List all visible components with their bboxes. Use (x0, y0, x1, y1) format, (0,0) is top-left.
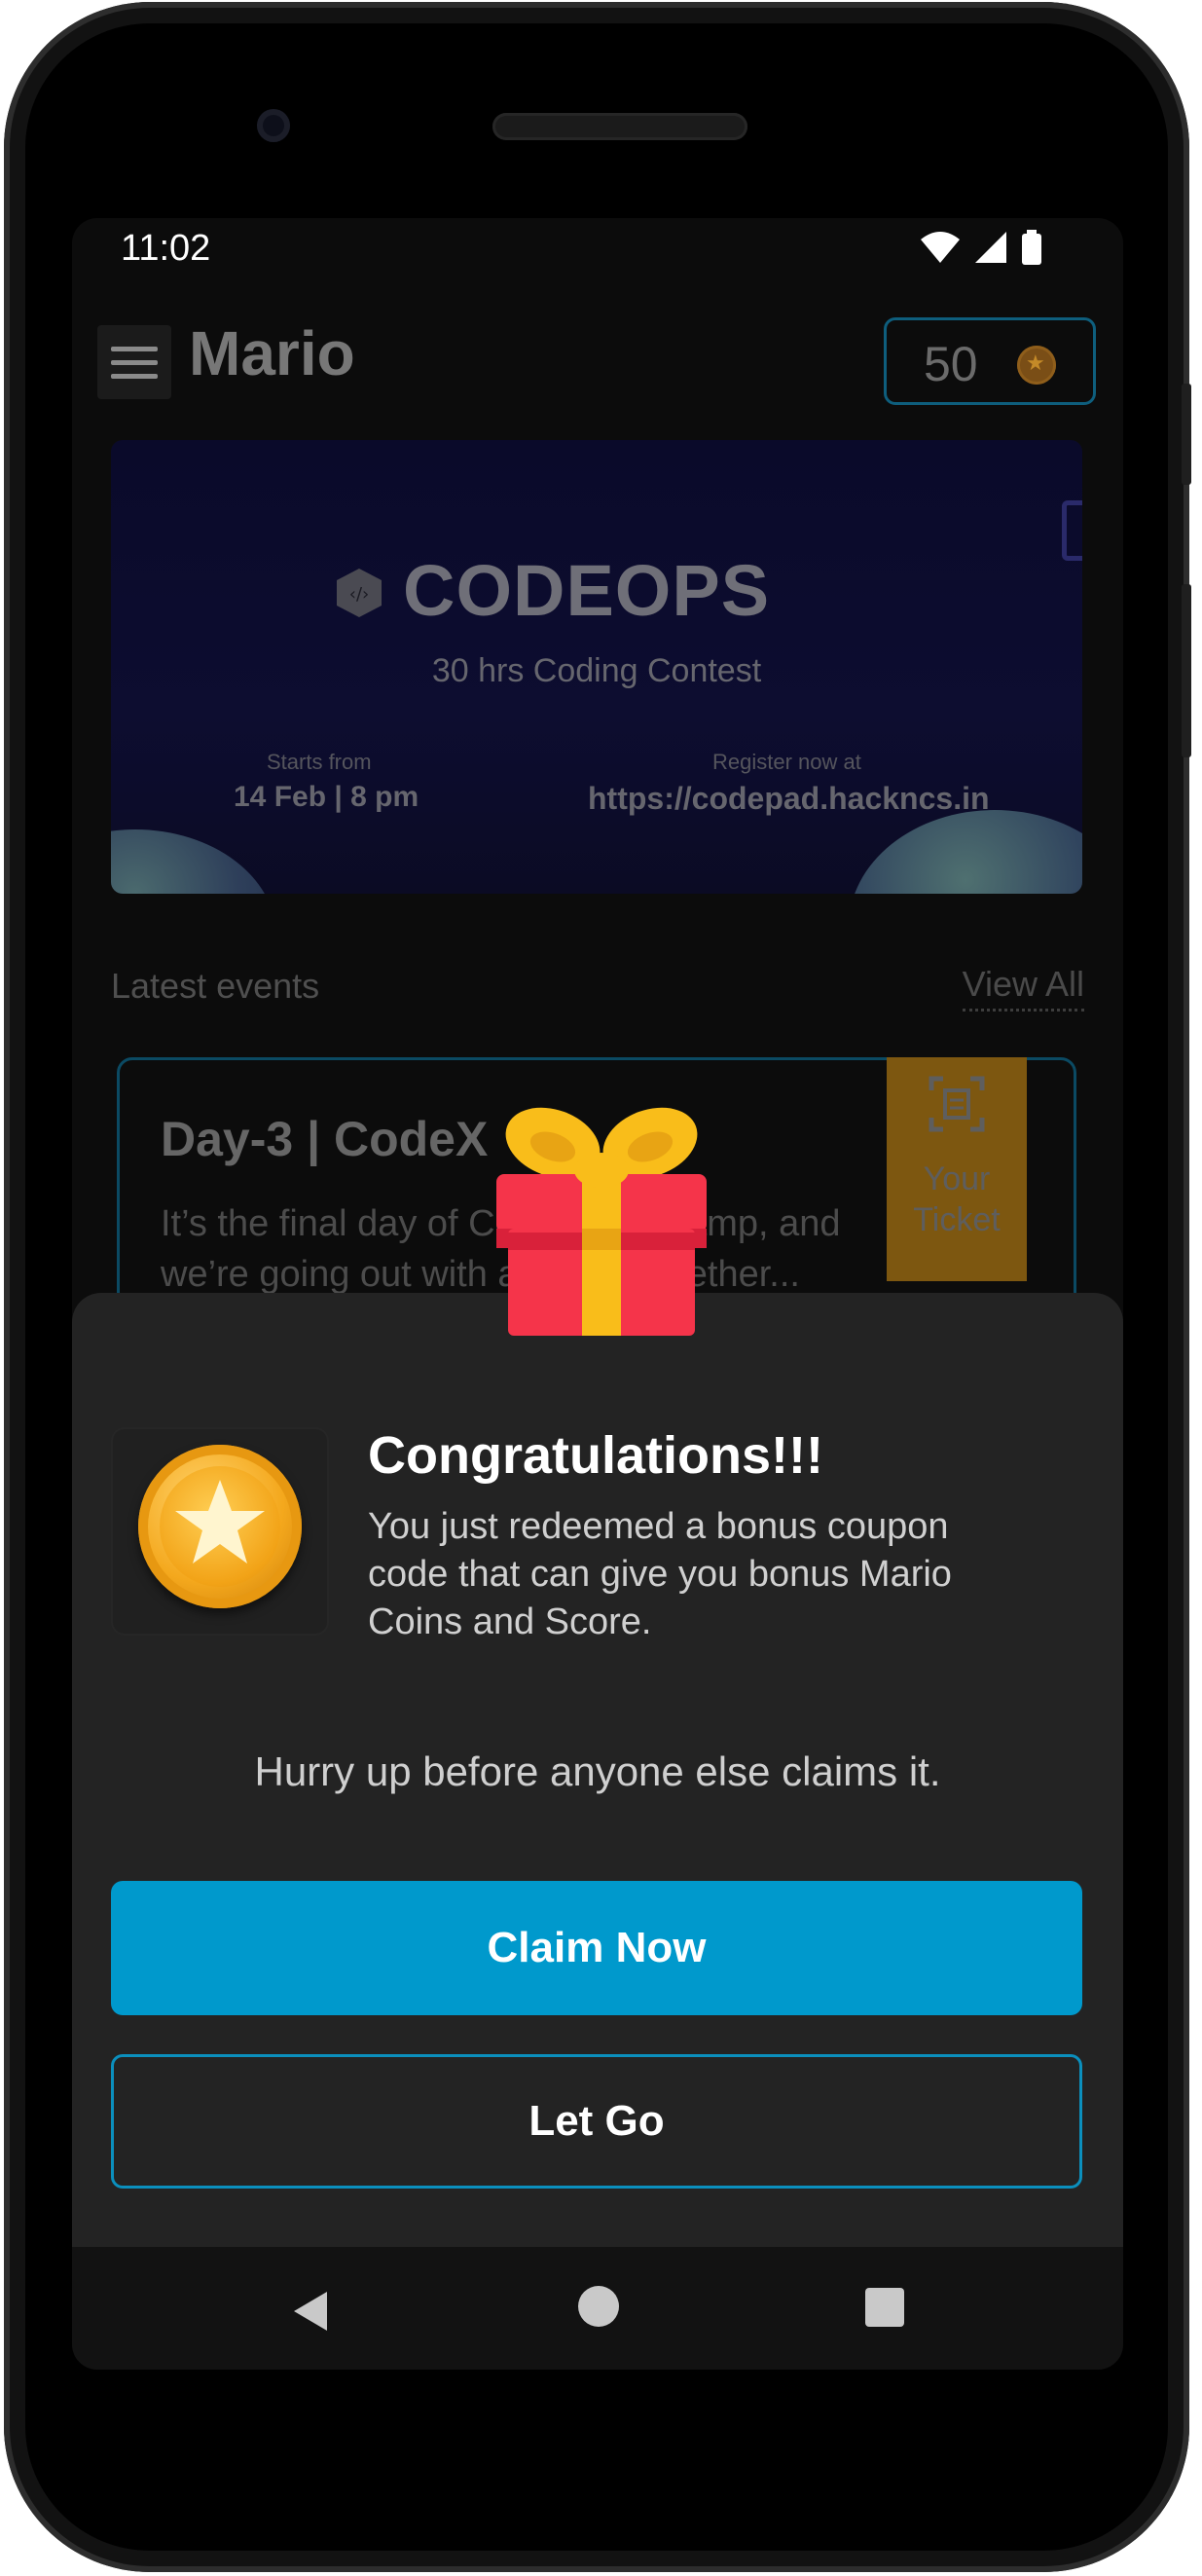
starts-value: 14 Feb | 8 pm (234, 781, 419, 813)
nav-back-icon[interactable] (292, 2290, 329, 2333)
register-label: Register now at (712, 750, 861, 774)
ticket-label: Your Ticket (913, 1160, 1001, 1238)
wifi-icon (921, 232, 960, 263)
planet-right-illustration (849, 810, 1082, 894)
register-link[interactable]: https://codepad.hackncs.in (588, 781, 990, 817)
ticket-scan-icon (929, 1076, 985, 1132)
phone-frame: 11:02 Mario 50 ★ ‹/› CODEOPS 30 hrs Codi… (4, 2, 1191, 2572)
coin-balance[interactable]: 50 ★ (884, 317, 1096, 405)
medal-star-icon (138, 1445, 302, 1608)
status-time: 11:02 (121, 228, 211, 269)
menu-icon[interactable] (97, 325, 171, 399)
svg-text:‹/›: ‹/› (349, 584, 369, 605)
congrats-title: Congratulations!!! (368, 1426, 823, 1485)
claim-now-button[interactable]: Claim Now (111, 1881, 1082, 2015)
codeops-logo-icon: ‹/› (337, 569, 382, 617)
starts-label: Starts from (267, 750, 372, 774)
your-ticket-button[interactable]: Your Ticket (887, 1057, 1027, 1281)
medal-tile (113, 1429, 327, 1634)
earpiece-speaker (492, 113, 747, 140)
nav-recent-icon[interactable] (865, 2288, 904, 2327)
latest-events-heading: Latest events (111, 966, 320, 1006)
banner-subtitle: 30 hrs Coding Contest (431, 652, 762, 689)
status-icons (919, 230, 1055, 274)
battery-icon (1022, 234, 1041, 265)
event-title: Day-3 | CodeX (161, 1112, 489, 1166)
view-all-link[interactable]: View All (962, 964, 1084, 1012)
nav-home-icon[interactable] (578, 2286, 619, 2327)
hurry-hint: Hurry up before anyone else claims it. (254, 1748, 941, 1794)
event-banner[interactable]: ‹/› CODEOPS 30 hrs Coding Contest Starts… (111, 440, 1082, 894)
banner-decoration (1062, 500, 1082, 561)
app-bar: Mario 50 ★ (72, 296, 1123, 405)
signal-icon (975, 232, 1006, 263)
coin-icon: ★ (1017, 346, 1056, 385)
reward-bottom-sheet: Congratulations!!! You just redeemed a b… (72, 1293, 1123, 2247)
app-title: Mario (189, 318, 355, 388)
banner-title: CODEOPS (403, 550, 771, 631)
let-go-button[interactable]: Let Go (111, 2054, 1082, 2189)
gift-icon (496, 1107, 707, 1336)
volume-button (1182, 584, 1191, 757)
system-nav-bar (72, 2247, 1123, 2370)
planet-left-illustration (111, 829, 276, 894)
front-camera (257, 109, 290, 142)
screen: 11:02 Mario 50 ★ ‹/› CODEOPS 30 hrs Codi… (72, 218, 1123, 2370)
power-button (1182, 384, 1191, 485)
congrats-message: You just redeemed a bonus coupon code th… (368, 1506, 952, 1642)
status-bar: 11:02 (72, 218, 1123, 296)
coin-count: 50 (924, 337, 978, 391)
